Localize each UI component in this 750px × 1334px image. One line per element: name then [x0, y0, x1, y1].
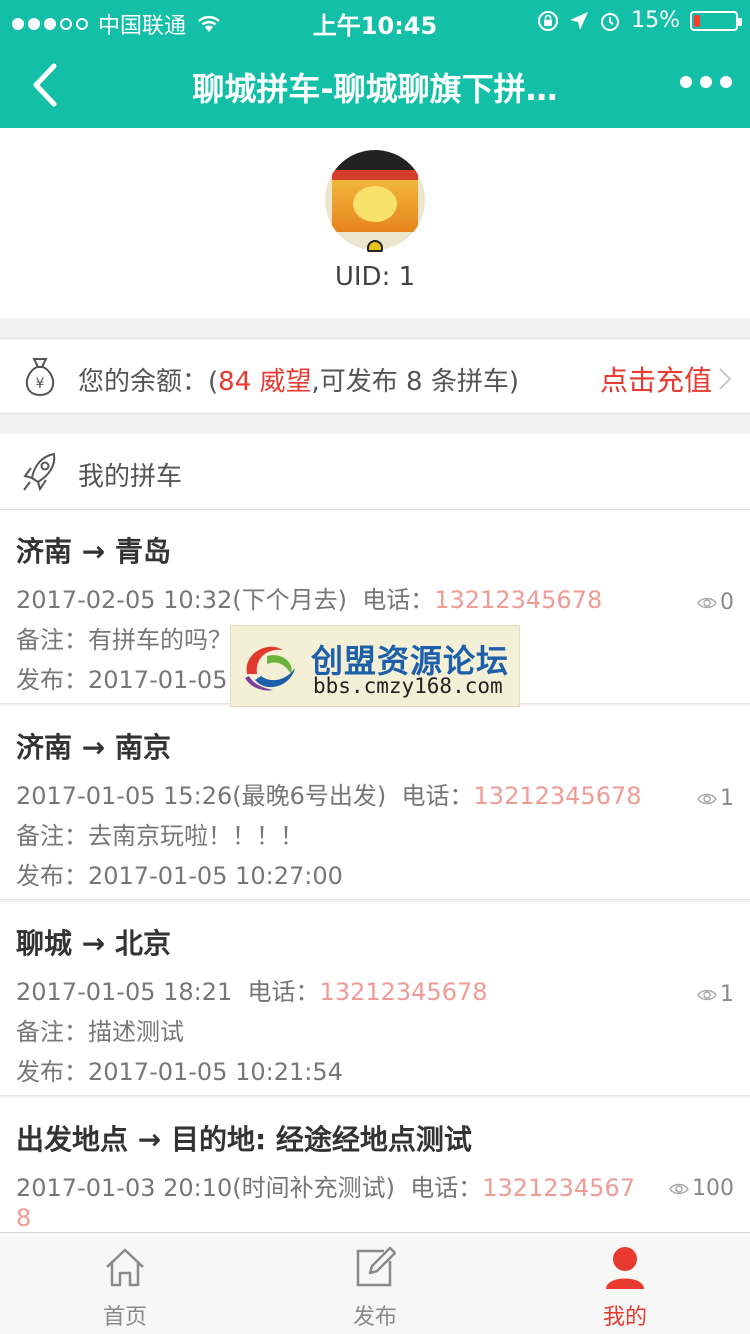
trip-datetime-line: 2017-02-05 10:32(下个月去) 电话：13212345678: [16, 586, 603, 614]
trip-phone[interactable]: 1321234567: [482, 1174, 635, 1202]
trip-views: 100: [669, 1176, 734, 1201]
trip-phone[interactable]: 13212345678: [320, 978, 488, 1006]
chevron-left-icon[interactable]: [26, 60, 70, 110]
watermark-url: bbs.cmzy168.com: [313, 674, 503, 698]
trip-phone[interactable]: 13212345678: [434, 586, 602, 614]
svg-text:¥: ¥: [36, 376, 45, 392]
trip-datetime-line: 2017-01-03 20:10(时间补充测试) 电话：1321234567: [16, 1174, 635, 1202]
chevron-right-icon: [719, 368, 732, 390]
trip-card[interactable]: 出发地点 → 目的地: 经途经地点测试 2017-01-03 20:10(时间补…: [0, 1098, 750, 1238]
eye-icon: [697, 793, 717, 804]
trip-views: 1: [697, 786, 734, 811]
section-title: 我的拼车: [78, 462, 183, 492]
uid-label: UID: 1: [334, 262, 416, 292]
watermark: 创盟资源论坛 bbs.cmzy168.com: [230, 625, 520, 707]
tab-label: 发布: [352, 1305, 397, 1330]
trip-card[interactable]: 济南 → 南京 2017-01-05 15:26(最晚6号出发) 电话：1321…: [0, 706, 750, 900]
trip-views: 1: [697, 982, 734, 1007]
vip-badge-icon: [367, 240, 383, 252]
tab-home[interactable]: 首页: [0, 1233, 250, 1334]
rocket-icon: [23, 452, 56, 492]
trip-note: 备注：描述测试: [16, 1018, 184, 1046]
battery-percent: 15%: [631, 8, 680, 33]
nav-bar: 聊城拼车-聊城聊旗下拼…: [0, 40, 750, 128]
tab-label: 首页: [102, 1305, 147, 1330]
battery-icon: [690, 10, 742, 31]
money-bag-icon: ¥: [25, 358, 55, 397]
eye-icon: [697, 989, 717, 1000]
trip-note: 备注：去南京玩啦！！！！: [16, 822, 304, 850]
edit-icon: [356, 1246, 396, 1287]
more-dots-icon[interactable]: [680, 76, 732, 88]
page-title: 聊城拼车-聊城聊旗下拼…: [192, 70, 558, 108]
trip-phone[interactable]: 13212345678: [474, 782, 642, 810]
trip-route: 济南 → 南京: [16, 731, 171, 764]
my-carpool-header: 我的拼车: [0, 434, 750, 510]
home-icon: [106, 1248, 144, 1287]
trip-route: 出发地点 → 目的地: 经途经地点测试: [16, 1123, 472, 1156]
trip-datetime-line: 2017-01-05 15:26(最晚6号出发) 电话：13212345678: [16, 782, 642, 810]
trip-card[interactable]: 聊城 → 北京 2017-01-05 18:21 电话：13212345678 …: [0, 902, 750, 1096]
top-bar: 中国联通 上午10:45 15% 聊城拼车-聊城聊旗下拼…: [0, 0, 750, 128]
trip-route: 聊城 → 北京: [16, 927, 171, 960]
eye-icon: [697, 597, 717, 608]
tab-mine[interactable]: 我的: [500, 1233, 750, 1334]
tab-label: 我的: [602, 1305, 647, 1330]
avatar[interactable]: [325, 150, 425, 250]
trip-published: 发布：2017-01-05 10:27:00: [16, 862, 343, 890]
status-bar: 中国联通 上午10:45 15%: [0, 0, 750, 40]
watermark-logo-icon: [245, 646, 295, 691]
tab-bar: 首页 发布 我的: [0, 1232, 750, 1334]
trip-route: 济南 → 青岛: [16, 535, 171, 568]
user-icon: [606, 1247, 644, 1289]
alarm-icon: [601, 12, 620, 31]
balance-text: 您的余额：(84 威望,可发布 8 条拼车): [78, 367, 519, 397]
recharge-link[interactable]: 点击充值: [600, 359, 732, 399]
eye-icon: [669, 1183, 689, 1194]
trip-views: 0: [697, 590, 734, 615]
balance-row[interactable]: ¥ 您的余额：(84 威望,可发布 8 条拼车) 点击充值: [0, 338, 750, 414]
location-icon: [570, 11, 589, 30]
trip-published: 发布：2017-01-05 10:21:54: [16, 1058, 343, 1086]
balance-amount: 84 威望: [218, 367, 312, 397]
trip-datetime-line: 2017-01-05 18:21 电话：13212345678: [16, 978, 488, 1006]
profile-section: UID: 1: [0, 128, 750, 318]
trip-phone-wrap: 8: [16, 1204, 32, 1232]
tab-publish[interactable]: 发布: [250, 1233, 500, 1334]
rotation-lock-icon: [538, 10, 559, 31]
